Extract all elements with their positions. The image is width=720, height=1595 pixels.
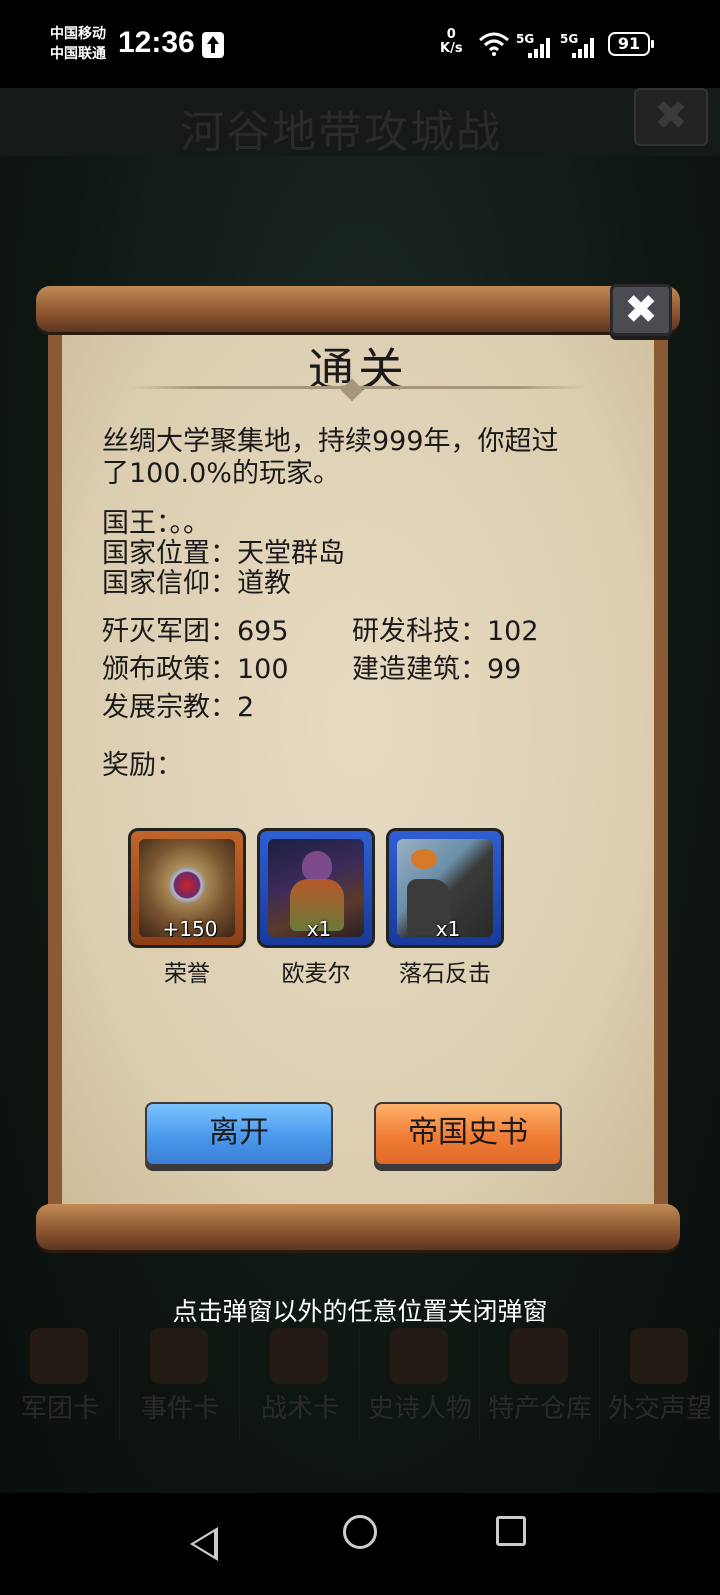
close-hint: 点击弹窗以外的任意位置关闭弹窗 <box>172 1297 548 1326</box>
background-title: 河谷地带攻城战 <box>180 107 502 158</box>
target-icon <box>270 1328 328 1384</box>
signal-1-icon: 5G <box>516 32 556 58</box>
reward-name: 荣誉 <box>164 961 210 987</box>
wifi-icon <box>479 32 509 56</box>
net-speed: 0 K/s <box>440 28 463 56</box>
carrier-1: 中国移动 <box>50 26 106 42</box>
reward-frame: x1 <box>257 828 375 948</box>
stat-annihilated: 歼灭军团：695 <box>102 616 289 647</box>
reward-frame: x1 <box>386 828 504 948</box>
location-info: 国家位置：天堂群岛 <box>102 538 345 569</box>
carrier-info: 中国移动 中国联通 <box>50 24 106 64</box>
tab-label: 军团卡 <box>20 1394 99 1424</box>
tab-event-cards: 事件卡 <box>120 1328 240 1440</box>
stat-policies: 颁布政策：100 <box>102 654 289 685</box>
status-bar: 中国移动 中国联通 12:36 0 K/s 5G 5G 91 <box>0 0 720 88</box>
tab-label: 史诗人物 <box>367 1394 472 1424</box>
background-header: 河谷地带攻城战 ✖ <box>0 88 720 158</box>
reward-name: 落石反击 <box>399 961 491 987</box>
summary-line-1: 丝绸大学聚集地，持续999年，你超过 <box>102 426 559 457</box>
reward-qty: x1 <box>306 917 332 941</box>
back-icon[interactable] <box>190 1527 218 1561</box>
scroll-icon <box>150 1328 208 1384</box>
reward-frame: +150 <box>128 828 246 948</box>
helmet-icon <box>30 1328 88 1384</box>
upload-icon <box>202 32 224 58</box>
net-speed-value: 0 <box>446 27 456 42</box>
tab-label: 事件卡 <box>140 1394 219 1424</box>
scroll-rod-top <box>36 286 680 332</box>
king-info: 国王：。。 <box>102 508 210 539</box>
carrier-2: 中国联通 <box>50 46 106 62</box>
background-close-button: ✖ <box>634 88 708 146</box>
signal-2-icon: 5G <box>560 32 600 58</box>
empire-history-button[interactable]: 帝国史书 <box>374 1102 562 1166</box>
tab-label: 战术卡 <box>260 1394 339 1424</box>
completion-dialog: ✖ 通关 丝绸大学聚集地，持续999年，你超过 了100.0%的玩家。 国王：。… <box>36 284 680 1276</box>
close-button[interactable]: ✖ <box>610 284 672 336</box>
home-icon[interactable] <box>343 1515 377 1549</box>
scroll-rod-bottom <box>36 1204 680 1250</box>
reward-qty: x1 <box>435 917 461 941</box>
summary-line-2: 了100.0%的玩家。 <box>102 458 340 489</box>
clock: 12:36 <box>118 26 195 59</box>
tab-epic-characters: 史诗人物 <box>360 1328 480 1440</box>
chest-icon <box>510 1328 568 1384</box>
system-nav-bar <box>0 1493 720 1595</box>
reward-name: 欧麦尔 <box>281 961 351 987</box>
reward-qty: +150 <box>162 917 218 941</box>
tab-tactic-cards: 战术卡 <box>240 1328 360 1440</box>
tab-legion-cards: 军团卡 <box>0 1328 120 1440</box>
net-speed-unit: K/s <box>440 41 463 56</box>
religion-info: 国家信仰：道教 <box>102 568 291 599</box>
tab-diplomacy: 外交声望 <box>600 1328 720 1440</box>
rewards-label: 奖励： <box>102 750 183 781</box>
stat-buildings: 建造建筑：99 <box>352 654 522 685</box>
recent-apps-icon[interactable] <box>496 1516 526 1546</box>
crown-icon <box>390 1328 448 1384</box>
leave-button[interactable]: 离开 <box>145 1102 333 1166</box>
background-tab-bar: 军团卡 事件卡 战术卡 史诗人物 特产仓库 外交声望 <box>0 1328 720 1440</box>
tab-specialty-warehouse: 特产仓库 <box>480 1328 600 1440</box>
close-icon: ✖ <box>624 287 658 333</box>
battery-icon: 91 <box>608 32 654 56</box>
stat-religions: 发展宗教：2 <box>102 692 255 723</box>
tab-label: 外交声望 <box>607 1394 712 1424</box>
envelope-icon <box>630 1328 688 1384</box>
stat-research: 研发科技：102 <box>352 616 539 647</box>
tab-label: 特产仓库 <box>487 1394 592 1424</box>
